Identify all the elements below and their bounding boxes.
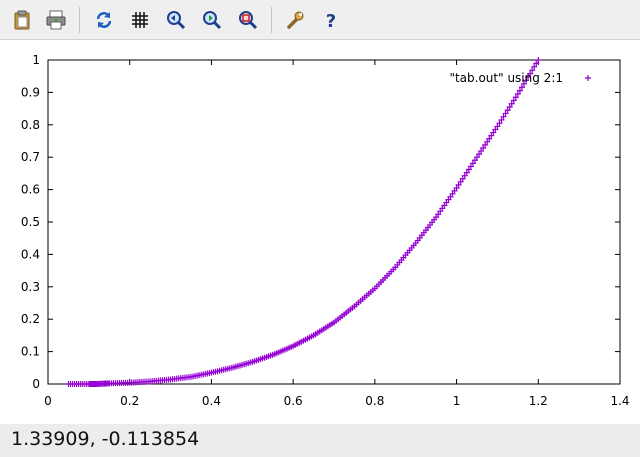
clipboard-icon [14,10,30,30]
previous-zoom-button[interactable] [164,8,188,32]
x-tick-label: 0.8 [365,394,384,408]
y-tick-label: 0.2 [21,312,40,326]
data-series [65,57,542,387]
mouse-coordinates: 1.33909, -0.113854 [11,428,200,450]
y-tick-label: 0.8 [21,118,40,132]
y-tick-label: 0.6 [21,183,40,197]
y-tick-label: 0 [32,377,40,391]
settings-button[interactable] [283,8,307,32]
copy-to-clipboard-button[interactable] [10,8,34,32]
print-button[interactable] [44,8,68,32]
grid-icon [132,12,148,28]
replot-button[interactable] [92,8,116,32]
y-tick-label: 0.5 [21,215,40,229]
y-tick-label: 0.9 [21,85,40,99]
wrench-icon [287,11,304,29]
toolbar-separator [271,7,272,33]
x-tick-label: 1.4 [610,394,629,408]
x-tick-label: 1.2 [529,394,548,408]
y-tick-label: 1 [32,53,40,67]
legend: "tab.out" using 2:1 [449,71,591,85]
x-tick-label: 0.2 [120,394,139,408]
x-tick-label: 1 [453,394,461,408]
zoom-forward-icon [203,11,222,30]
axis-ticks: 0 0.2 0.4 0.6 0.8 1 1.2 1.4 0 0.1 0.2 0.3 0.4 0.5 0.6 0… [21,53,630,408]
y-tick-label: 0.1 [21,345,40,359]
next-zoom-button[interactable] [200,8,224,32]
plot-area[interactable]: 0 0.2 0.4 0.6 0.8 1 1.2 1.4 0 0.1 0.2 0.3 0.4 0.5 0.6 0… [0,40,640,424]
plot-frame [47,59,621,385]
legend-marker [585,75,591,81]
status-bar: 1.33909, -0.113854 [0,424,640,457]
y-tick-label: 0.3 [21,280,40,294]
toolbar: ? [0,0,640,40]
zoom-autoscale-icon [239,11,258,30]
y-tick-label: 0.7 [21,150,40,164]
zoom-back-icon [167,11,186,30]
legend-marker-glyph [585,75,591,81]
toolbar-separator [79,7,80,33]
autoscale-button[interactable] [236,8,260,32]
svg-text:?: ? [326,11,336,30]
y-tick-label: 0.4 [21,247,40,261]
question-icon: ? [326,11,336,30]
toggle-grid-button[interactable] [128,8,152,32]
legend-label: "tab.out" using 2:1 [449,71,563,85]
printer-icon [46,10,66,30]
x-tick-label: 0.6 [284,394,303,408]
x-tick-label: 0.4 [202,394,221,408]
help-button[interactable]: ? [319,8,343,32]
refresh-icon [96,12,112,28]
x-tick-label: 0 [44,394,52,408]
